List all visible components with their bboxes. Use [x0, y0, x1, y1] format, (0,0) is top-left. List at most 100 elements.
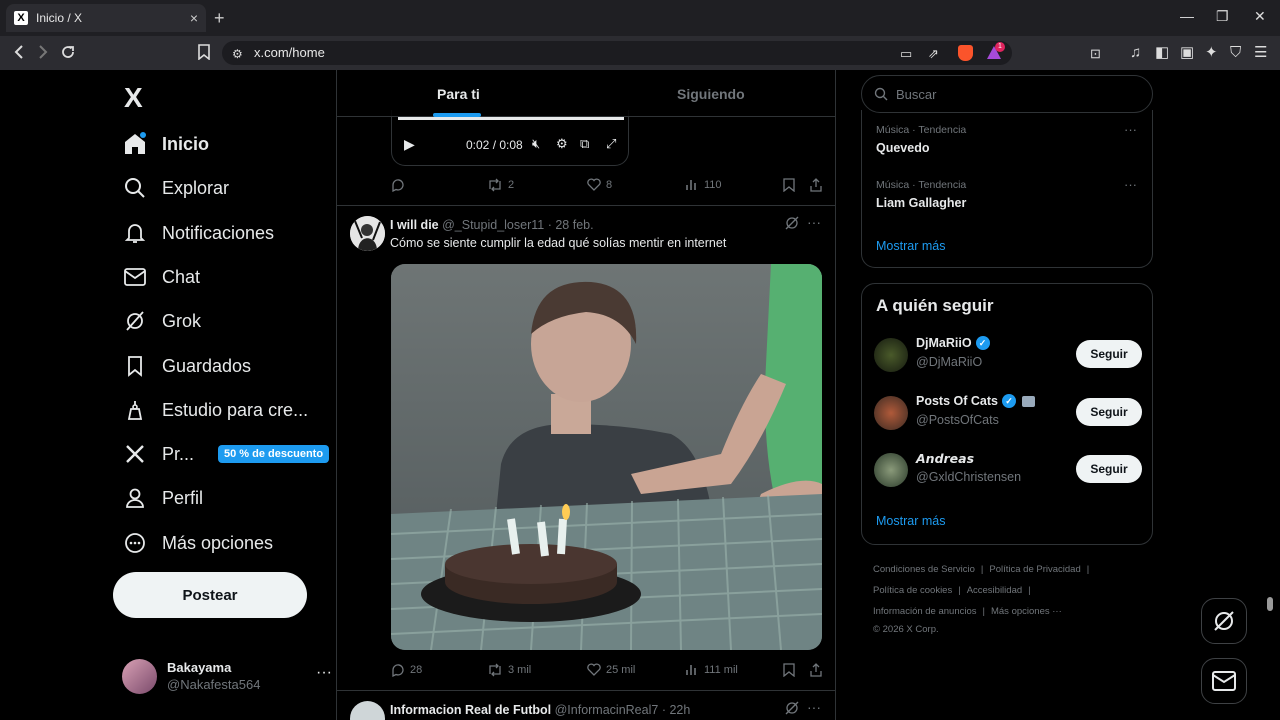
mute-icon[interactable]: 🔇︎ [532, 136, 540, 152]
brave-rewards-icon[interactable]: 1 [986, 42, 1005, 61]
grok-explain-icon[interactable] [785, 216, 799, 233]
tab-following[interactable]: Siguiendo [677, 86, 745, 102]
music-icon[interactable]: ♫ [1130, 44, 1141, 62]
next-tweet-author-handle[interactable]: @InformacinReal7 [555, 703, 659, 717]
nav-bookmarks[interactable]: Guardados [122, 346, 251, 386]
x-logo-icon[interactable]: X [124, 82, 143, 114]
scrollbar-thumb[interactable] [1267, 597, 1273, 611]
tweet-more-icon[interactable]: ··· [807, 214, 821, 230]
nav-explore[interactable]: Explorar [122, 168, 229, 208]
vpn-icon[interactable]: ⛉ [1230, 44, 1241, 62]
nav-home[interactable]: Inicio [122, 124, 209, 164]
search-input[interactable]: Buscar [861, 75, 1153, 113]
window-close-icon[interactable]: ✕ [1254, 8, 1266, 25]
follow-suggestion[interactable]: 𝘼𝙣𝙙𝙧𝙚𝙖𝙨 @GxldChristensen Seguir [874, 451, 1142, 491]
terms-link[interactable]: Condiciones de Servicio [873, 564, 975, 575]
nav-grok[interactable]: Grok [122, 301, 201, 341]
privacy-link[interactable]: Política de Privacidad [989, 564, 1080, 575]
trend-name[interactable]: Liam Gallagher [876, 196, 966, 210]
cookies-link[interactable]: Política de cookies [873, 585, 952, 596]
follow-button[interactable]: Seguir [1076, 455, 1142, 483]
site-settings-icon[interactable]: ⚙ [232, 45, 243, 63]
views-button[interactable]: 111 mil [685, 663, 738, 676]
tweet-image[interactable] [391, 264, 822, 650]
reload-icon[interactable] [60, 44, 76, 65]
trends-show-more[interactable]: Mostrar más [876, 239, 945, 253]
suggestion-handle: @GxldChristensen [916, 470, 1022, 484]
back-icon[interactable] [12, 44, 26, 65]
video-progress-bar[interactable] [398, 117, 624, 120]
bookmark-button[interactable] [783, 663, 795, 677]
share-button[interactable] [809, 178, 823, 192]
tweet-date[interactable]: · 28 feb. [548, 218, 594, 232]
post-button[interactable]: Postear [113, 572, 307, 618]
bookmark-button[interactable] [783, 178, 795, 192]
nav-notifications[interactable]: Notificaciones [122, 213, 274, 253]
play-icon[interactable]: ▶ [404, 136, 415, 153]
new-tab-icon[interactable]: + [214, 8, 225, 29]
tweet-author-avatar[interactable] [350, 216, 385, 251]
trend-more-icon[interactable]: ··· [1124, 177, 1137, 192]
tweet-author-name[interactable]: I will die [390, 218, 439, 232]
tweet-author-handle[interactable]: @_Stupid_loser11 [442, 218, 544, 232]
like-button[interactable]: 8 [587, 178, 612, 191]
fullscreen-icon[interactable]: ⤢ [606, 136, 616, 152]
tweet-actions: 28 3 mil 25 mil 111 mil [391, 663, 823, 683]
menu-icon[interactable]: ☰ [1254, 44, 1267, 62]
more-options-link[interactable]: Más opciones ··· [991, 606, 1062, 617]
repost-button[interactable]: 2 [487, 178, 514, 192]
footer-row: Condiciones de Servicio | Política de Priv… [873, 564, 1090, 575]
browser-tab[interactable]: X Inicio / X × [6, 4, 206, 32]
ads-info-link[interactable]: Información de anuncios [873, 606, 977, 617]
nav-creator-studio[interactable]: Estudio para cre... [122, 390, 308, 430]
next-tweet-date[interactable]: · 22h [662, 703, 691, 717]
minimize-icon[interactable]: — [1180, 8, 1194, 24]
trend-name[interactable]: Quevedo [876, 141, 930, 155]
page-scrollbar[interactable] [1266, 70, 1274, 720]
account-more-icon[interactable]: ··· [316, 664, 332, 682]
bookmark-page-icon[interactable] [198, 44, 210, 65]
accessibility-link[interactable]: Accesibilidad [967, 585, 1022, 596]
nav-profile[interactable]: Perfil [122, 478, 203, 518]
nav-premium[interactable]: Pr... 50 % de descuento [122, 434, 330, 474]
messages-float-button[interactable] [1201, 658, 1247, 704]
grok-explain-icon[interactable] [785, 701, 799, 718]
nav-chat[interactable]: Chat [122, 257, 200, 297]
follow-button[interactable]: Seguir [1076, 398, 1142, 426]
next-tweet-avatar[interactable] [350, 701, 385, 720]
screenshot-icon[interactable]: ⊡ [1090, 45, 1101, 63]
address-bar[interactable] [222, 41, 1012, 65]
account-switcher[interactable]: Bakayama @Nakafesta564 ··· [122, 656, 332, 696]
grok-float-button[interactable] [1201, 598, 1247, 644]
cast-icon[interactable]: ▭ [900, 45, 912, 63]
forward-icon[interactable] [36, 44, 50, 65]
next-tweet-more-icon[interactable]: ··· [807, 699, 821, 715]
repost-button[interactable]: 3 mil [487, 663, 531, 677]
url-text[interactable]: x.com/home [254, 45, 325, 60]
reply-button[interactable] [391, 178, 410, 192]
leo-ai-icon[interactable]: ✦ [1205, 44, 1218, 62]
pip-icon[interactable]: ⧉ [580, 136, 589, 152]
follow-suggestion[interactable]: DjMaRiiO ✓ @DjMaRiiO Seguir [874, 336, 1142, 376]
tweet-header: I will die @_Stupid_loser11 · 28 feb. [390, 218, 594, 232]
nav-more-options[interactable]: Más opciones [122, 523, 273, 563]
share-icon[interactable]: ⇗ [928, 45, 939, 63]
share-button[interactable] [809, 663, 823, 677]
follow-suggestion[interactable]: Posts Of Cats ✓ @PostsOfCats Seguir [874, 394, 1142, 434]
sidebar-icon[interactable]: ◧ [1155, 44, 1169, 62]
views-button[interactable]: 110 [685, 178, 722, 191]
tab-close-icon[interactable]: × [190, 10, 198, 26]
follow-show-more[interactable]: Mostrar más [876, 514, 945, 528]
maximize-icon[interactable]: ❐ [1216, 8, 1229, 25]
trend-more-icon[interactable]: ··· [1124, 122, 1137, 137]
video-player[interactable]: ▶ 0:02 / 0:08 🔇︎ ⚙ ⧉ ⤢ [391, 110, 629, 166]
next-tweet-author-name[interactable]: Informacion Real de Futbol [390, 703, 551, 717]
like-button[interactable]: 25 mil [587, 663, 635, 676]
settings-icon[interactable]: ⚙ [556, 136, 568, 152]
affiliate-badge-icon [1021, 395, 1035, 407]
follow-button[interactable]: Seguir [1076, 340, 1142, 368]
reply-button[interactable]: 28 [391, 663, 422, 677]
brave-shields-icon[interactable] [958, 45, 973, 61]
tab-for-you[interactable]: Para ti [437, 86, 480, 102]
wallet-icon[interactable]: ▣ [1180, 44, 1194, 62]
